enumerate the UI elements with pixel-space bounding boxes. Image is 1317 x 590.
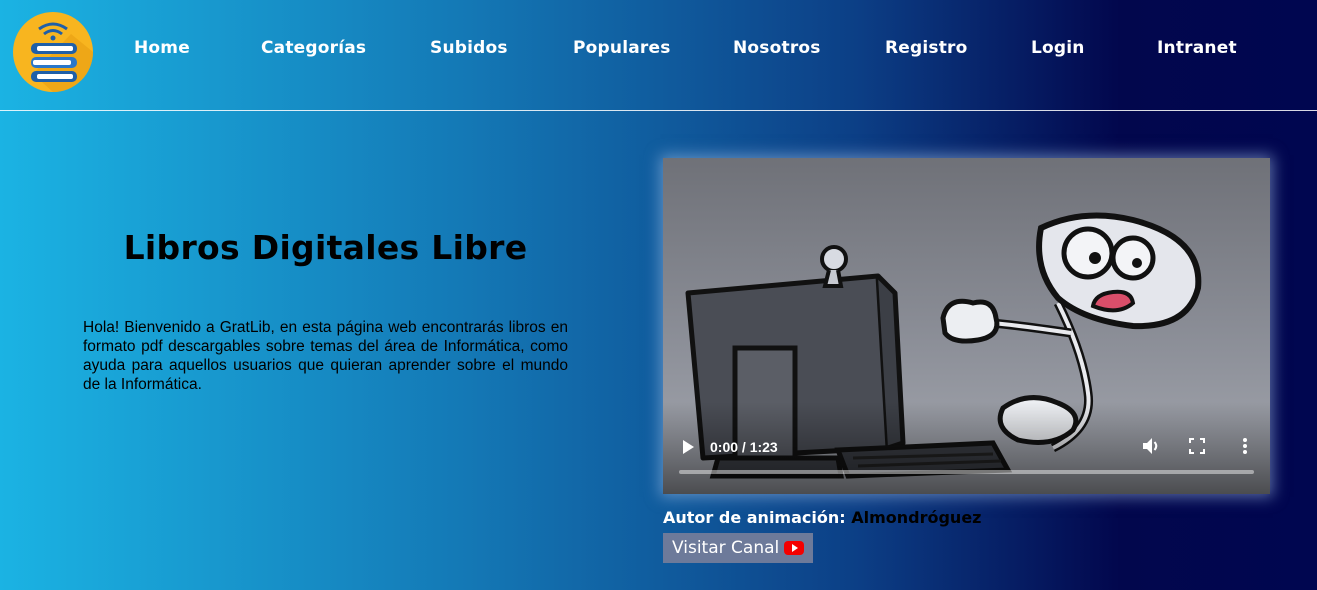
intro-text: Hola! Bienvenido a GratLib, en esta pági… bbox=[83, 319, 568, 393]
nav-subidos[interactable]: Subidos bbox=[430, 38, 508, 58]
video-progress-bar[interactable] bbox=[679, 470, 1254, 474]
animation-author: Autor de animación: Almondróguez bbox=[663, 508, 981, 527]
play-icon[interactable] bbox=[681, 439, 695, 455]
nav-home[interactable]: Home bbox=[134, 38, 190, 58]
nav-nosotros[interactable]: Nosotros bbox=[733, 38, 821, 58]
author-label: Autor de animación: bbox=[663, 508, 846, 527]
fullscreen-icon[interactable] bbox=[1189, 438, 1205, 454]
page-title: Libros Digitales Libre bbox=[123, 228, 528, 267]
visit-channel-button[interactable]: Visitar Canal bbox=[663, 533, 813, 563]
more-options-icon[interactable] bbox=[1242, 437, 1248, 455]
nav-registro[interactable]: Registro bbox=[885, 38, 968, 58]
site-header: Home Categorías Subidos Populares Nosotr… bbox=[0, 0, 1317, 110]
nav-populares[interactable]: Populares bbox=[573, 38, 671, 58]
youtube-icon bbox=[784, 541, 804, 555]
video-controls: 0:00 / 1:23 bbox=[663, 402, 1270, 494]
nav-categorias[interactable]: Categorías bbox=[261, 38, 366, 58]
author-name: Almondróguez bbox=[851, 508, 982, 527]
books-wifi-icon bbox=[31, 22, 93, 92]
header-divider bbox=[0, 110, 1317, 111]
volume-icon[interactable] bbox=[1141, 436, 1161, 456]
video-player[interactable]: 0:00 / 1:23 bbox=[663, 158, 1270, 494]
visit-channel-label: Visitar Canal bbox=[672, 538, 780, 558]
gratlib-logo[interactable] bbox=[13, 12, 93, 92]
nav-intranet[interactable]: Intranet bbox=[1157, 38, 1237, 58]
video-time: 0:00 / 1:23 bbox=[710, 439, 778, 455]
nav-login[interactable]: Login bbox=[1031, 38, 1085, 58]
